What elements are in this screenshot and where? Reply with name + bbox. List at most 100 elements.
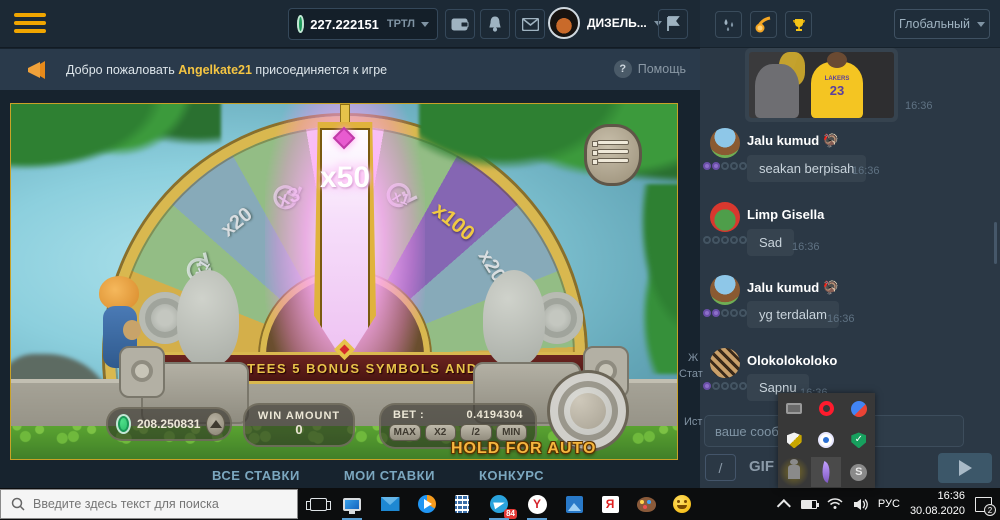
bet-double-button[interactable]: X2 (425, 424, 457, 441)
notifications-button[interactable] (480, 9, 510, 39)
chat-channel-select[interactable]: Глобальный (894, 9, 990, 39)
bets-tabs: ВСЕ СТАВКИ МОИ СТАВКИ КОНКУРС (0, 468, 700, 488)
deposit-arrow-button[interactable] (206, 412, 225, 436)
message-time: 16:36 (852, 165, 880, 177)
yandex-browser-taskbar-icon[interactable]: Y (525, 492, 549, 516)
messages-button[interactable] (515, 9, 545, 39)
user-menu[interactable]: ДИЗЕЛЬ... (548, 7, 662, 39)
bet-label: BET : (393, 409, 424, 421)
volume-icon[interactable] (853, 498, 868, 511)
avatar[interactable] (710, 128, 740, 158)
this-pc-taskbar-icon[interactable] (340, 492, 364, 516)
game-balance: 208.250831 (106, 407, 232, 441)
taskbar-search[interactable] (0, 489, 298, 519)
bell-icon (487, 16, 503, 32)
search-input[interactable] (33, 497, 283, 511)
search-icon (11, 497, 25, 511)
user-avatar (548, 7, 580, 39)
win-amount-box: WIN AMOUNT 0 (243, 403, 355, 447)
fireball-icon (755, 16, 772, 33)
chat-message: seakan berpisah (747, 155, 866, 182)
rain-button[interactable] (715, 11, 742, 38)
taskbar-tray: РУС 16:36 30.08.2020 2 (781, 488, 1000, 520)
paint-taskbar-icon[interactable] (634, 492, 658, 516)
help-label: Помощь (638, 62, 686, 76)
avatar[interactable] (710, 275, 740, 305)
battery-icon[interactable] (801, 500, 817, 509)
chat-username[interactable]: Limp Gisella (747, 207, 824, 222)
calculator-taskbar-icon[interactable] (450, 492, 474, 516)
clock-date: 30.08.2020 (910, 504, 965, 519)
hold-for-auto-label: HOLD FOR AUTO (451, 440, 661, 458)
chat-username[interactable]: Jalu kumud 🦃 (747, 280, 839, 296)
skype-tray-icon[interactable]: S (844, 457, 874, 487)
display-tray-icon[interactable] (779, 394, 809, 424)
clock-time: 16:36 (910, 489, 965, 504)
chevron-down-icon[interactable] (421, 22, 429, 27)
taskbar-clock[interactable]: 16:36 30.08.2020 (910, 489, 965, 519)
hot-games-button[interactable] (750, 11, 777, 38)
tab-all-bets[interactable]: ВСЕ СТАВКИ (212, 468, 300, 488)
side-panel-label: Стат (679, 368, 703, 380)
tray-chevron-icon[interactable] (777, 499, 791, 513)
side-panel-label: Ж (688, 352, 698, 364)
wallet-button[interactable] (445, 9, 475, 39)
chat-username[interactable]: Jalu kumud 🦃 (747, 133, 839, 149)
medal-badges (703, 236, 747, 244)
game-menu-button[interactable] (584, 124, 642, 186)
telegram-badge: 84 (504, 509, 517, 519)
photos-taskbar-icon[interactable] (562, 492, 586, 516)
media-tray-icon[interactable] (811, 425, 841, 455)
leaves-decor (10, 103, 221, 202)
opera-tray-icon[interactable] (811, 394, 841, 424)
media-player-taskbar-icon[interactable] (415, 492, 439, 516)
person-tray-icon[interactable] (779, 457, 809, 487)
tab-my-bets[interactable]: МОИ СТАВКИ (344, 468, 435, 488)
action-center-icon[interactable]: 2 (975, 497, 992, 512)
antivirus-tray-icon[interactable] (844, 425, 874, 455)
chat-media-message[interactable]: LAKERS 23 (745, 48, 898, 122)
user-name: ДИЗЕЛЬ... (587, 16, 647, 30)
bookmarks-button[interactable] (658, 9, 688, 39)
mail-taskbar-icon[interactable] (378, 492, 402, 516)
jersey-number-text: 23 (815, 83, 859, 98)
task-view-button[interactable] (306, 492, 330, 516)
wifi-icon[interactable] (827, 498, 843, 510)
medal-badges (703, 162, 747, 170)
message-time: 16:36 (827, 313, 855, 325)
menu-hamburger-icon[interactable] (14, 13, 46, 35)
app-tray-icon[interactable] (844, 394, 874, 424)
avatar[interactable] (710, 202, 740, 232)
currency-code: ТРТЛ (387, 18, 415, 30)
trophy-icon (791, 17, 807, 33)
menu-lines-icon (597, 140, 629, 145)
gif-button[interactable]: GIF (749, 458, 774, 475)
bet-min-button[interactable]: MIN (496, 424, 528, 441)
chat-username[interactable]: Olokolokoloko (747, 353, 837, 368)
send-message-button[interactable] (938, 453, 992, 483)
help-button[interactable]: ? Помощь (614, 60, 686, 78)
trtl-coin-icon (297, 15, 304, 33)
megaphone-icon (26, 60, 48, 80)
yandex-taskbar-icon[interactable]: Я (598, 492, 622, 516)
announcement-username[interactable]: Angelkate21 (178, 63, 252, 77)
avatar[interactable] (710, 348, 740, 378)
chat-channel-value: Глобальный (899, 17, 970, 31)
message-time: 16:36 (905, 100, 933, 112)
slash-command-button[interactable]: / (705, 454, 736, 481)
defender-tray-icon[interactable] (779, 425, 809, 455)
emoji-app-taskbar-icon[interactable] (670, 492, 694, 516)
telegram-taskbar-icon[interactable]: 84 (487, 492, 511, 516)
windows-taskbar: 84 Y Я РУС 16:36 30.08.2020 2 (0, 488, 1000, 520)
bet-half-button[interactable]: /2 (460, 424, 492, 441)
bet-max-button[interactable]: MAX (389, 424, 421, 441)
feather-tray-icon[interactable] (811, 457, 841, 487)
tab-contest[interactable]: КОНКУРС (479, 468, 544, 488)
tournament-button[interactable] (785, 11, 812, 38)
language-indicator[interactable]: РУС (878, 498, 900, 510)
trtl-coin-icon (116, 414, 131, 434)
chat-scrollbar[interactable] (994, 222, 997, 264)
game-balance-value: 208.250831 (137, 417, 200, 431)
wallet-balance[interactable]: 227.222151 ТРТЛ (288, 8, 438, 40)
medal-badges (703, 309, 747, 317)
